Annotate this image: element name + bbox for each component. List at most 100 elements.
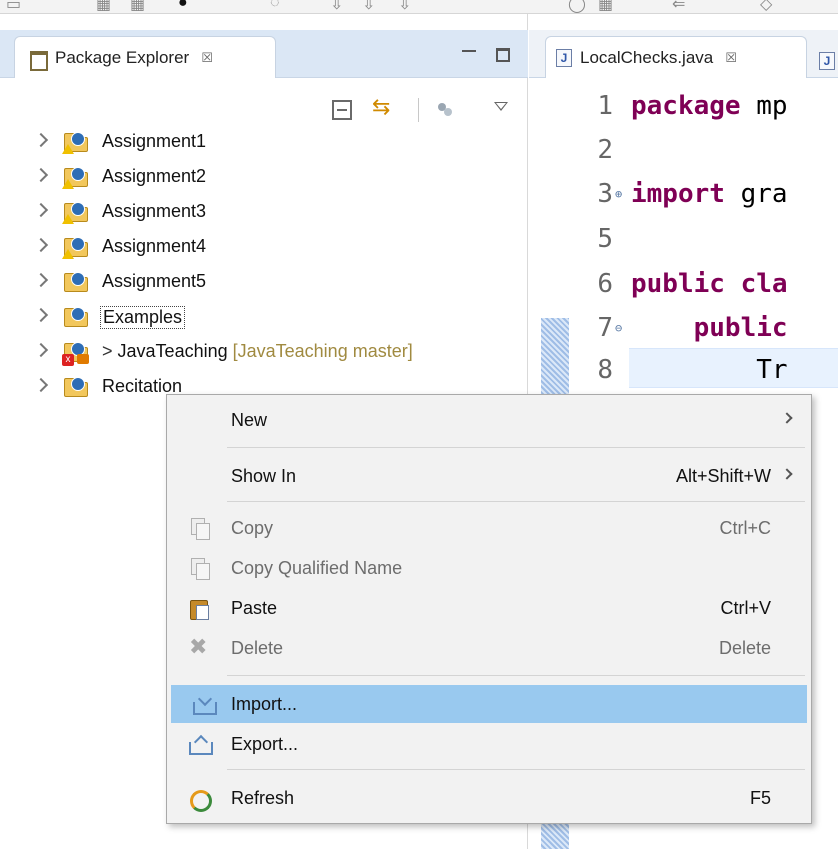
menu-item-label: Refresh: [231, 788, 295, 808]
chevron-right-icon[interactable]: [33, 342, 49, 358]
copy-icon: [189, 518, 210, 540]
menu-item-import[interactable]: Import...: [171, 685, 807, 723]
chevron-right-icon[interactable]: [33, 307, 49, 323]
tab-label: Package Explorer: [55, 47, 190, 67]
menu-item-label: Copy Qualified Name: [231, 558, 403, 578]
tree-item[interactable]: x > JavaTeaching [JavaTeaching master]: [0, 336, 528, 370]
focus-on-active-task-icon[interactable]: [436, 100, 456, 120]
line-number: 7: [597, 313, 613, 343]
close-icon[interactable]: ☒: [201, 50, 213, 66]
fold-toggle-icon[interactable]: ⊖: [615, 321, 629, 335]
keyword-token: package: [631, 91, 741, 121]
tree-item[interactable]: Assignment5: [0, 266, 528, 300]
menu-separator: [227, 447, 805, 448]
view-menu-icon[interactable]: [494, 102, 508, 111]
menu-item-label: Show In: [231, 466, 297, 486]
menu-item-new[interactable]: New: [167, 401, 811, 439]
code-line[interactable]: 8 Tr: [579, 350, 788, 390]
menu-separator: [227, 675, 805, 676]
tree-item-label: Assignment4: [102, 236, 207, 256]
tree-item-label: Assignment5: [102, 271, 207, 291]
menu-item-show-in[interactable]: Show In Alt+Shift+W: [167, 457, 811, 495]
maximize-icon[interactable]: [496, 48, 510, 62]
code-text: Tr: [631, 355, 788, 385]
toolbar-icon[interactable]: ▦: [130, 0, 145, 13]
toolbar-icon[interactable]: ⇩: [330, 0, 343, 13]
java-project-icon: [62, 272, 92, 294]
menu-item-paste[interactable]: Paste Ctrl+V: [167, 589, 811, 627]
toolbar-icon[interactable]: ▦: [598, 0, 613, 13]
toolbar-icon[interactable]: ●: [178, 0, 188, 12]
context-menu: New Show In Alt+Shift+W Copy Ctrl+C Copy Qual…: [166, 394, 812, 824]
menu-separator: [227, 501, 805, 502]
menu-item-label: Export...: [231, 734, 299, 754]
chevron-right-icon[interactable]: [33, 202, 49, 218]
toolbar-icon[interactable]: ◯: [568, 0, 586, 13]
chevron-right-icon[interactable]: [33, 132, 49, 148]
code-text: mp: [740, 91, 788, 121]
tree-item[interactable]: Assignment3: [0, 196, 528, 230]
code-line[interactable]: 2: [579, 130, 631, 170]
menu-item-copy[interactable]: Copy Ctrl+C: [167, 509, 811, 547]
menu-item-label: Copy: [231, 518, 274, 538]
menu-item-shortcut: Ctrl+V: [720, 598, 771, 618]
menu-item-label: Import...: [231, 694, 298, 714]
chevron-right-icon[interactable]: [33, 377, 49, 393]
menu-item-delete[interactable]: ✖ Delete Delete: [167, 629, 811, 667]
menu-item-label: Delete: [231, 638, 284, 658]
fold-toggle-icon[interactable]: ⊕: [615, 187, 629, 201]
toolbar-icon[interactable]: ◌: [270, 0, 280, 12]
toolbar-icon[interactable]: ⇐: [672, 0, 685, 13]
line-number: 8: [597, 355, 613, 385]
java-file-icon: J: [556, 48, 572, 67]
java-file-icon[interactable]: J: [819, 52, 835, 70]
menu-item-shortcut: F5: [749, 788, 771, 808]
toolbar-icon[interactable]: ▦: [96, 0, 111, 13]
java-project-icon: [62, 202, 92, 224]
toolbar-icon[interactable]: ⇩: [362, 0, 375, 13]
menu-item-label: Paste: [231, 598, 278, 618]
tab-package-explorer[interactable]: Package Explorer ☒: [14, 36, 276, 78]
menu-item-copy-qualified-name[interactable]: Copy Qualified Name: [167, 549, 811, 587]
code-line[interactable]: 7 ⊖ public: [579, 308, 788, 348]
chevron-right-icon[interactable]: [33, 237, 49, 253]
menu-separator: [227, 769, 805, 770]
menu-item-label: New: [231, 410, 268, 430]
package-explorer-toolbar: ⇆: [0, 94, 528, 128]
collapse-all-icon[interactable]: [332, 100, 352, 120]
import-icon: [193, 694, 217, 715]
chevron-right-icon[interactable]: [33, 272, 49, 288]
toolbar-icon[interactable]: ⇩: [398, 0, 411, 13]
line-number: 6: [597, 269, 613, 299]
chevron-right-icon[interactable]: [33, 167, 49, 183]
menu-item-refresh[interactable]: Refresh F5: [167, 779, 811, 817]
toolbar-icon[interactable]: ◇: [760, 0, 772, 13]
tree-item-label: Assignment2: [102, 166, 207, 186]
link-with-editor-icon[interactable]: ⇆: [372, 94, 392, 119]
code-line[interactable]: 3 ⊕ import gra: [579, 174, 787, 214]
java-project-icon: x: [62, 342, 92, 366]
line-number: 5: [597, 224, 613, 254]
menu-item-export[interactable]: Export...: [167, 725, 811, 763]
java-project-icon: [62, 377, 92, 399]
tree-item-label: Assignment3: [102, 201, 207, 221]
tree-item[interactable]: Examples: [0, 301, 528, 335]
code-line[interactable]: 1 package mp: [579, 86, 788, 126]
tree-item[interactable]: Assignment4: [0, 231, 528, 265]
code-line[interactable]: 5: [579, 219, 631, 259]
keyword-token: public: [631, 313, 788, 343]
tree-item[interactable]: Assignment1: [0, 126, 528, 160]
refresh-icon: [189, 788, 212, 812]
package-explorer-tabbar: Package Explorer ☒: [0, 30, 528, 78]
tab-localchecks-java[interactable]: J LocalChecks.java ☒: [545, 36, 807, 78]
code-line[interactable]: 6 public cla: [579, 264, 788, 304]
close-icon[interactable]: ☒: [725, 50, 737, 66]
java-project-icon: [62, 237, 92, 259]
menu-item-shortcut: Ctrl+C: [719, 518, 771, 538]
tree-item[interactable]: Assignment2: [0, 161, 528, 195]
toolbar-icon[interactable]: ▭: [6, 0, 21, 13]
minimize-icon[interactable]: [462, 50, 476, 60]
keyword-token: public cla: [631, 269, 788, 299]
submenu-arrow-icon: [781, 412, 793, 424]
line-number: 3: [597, 179, 613, 209]
